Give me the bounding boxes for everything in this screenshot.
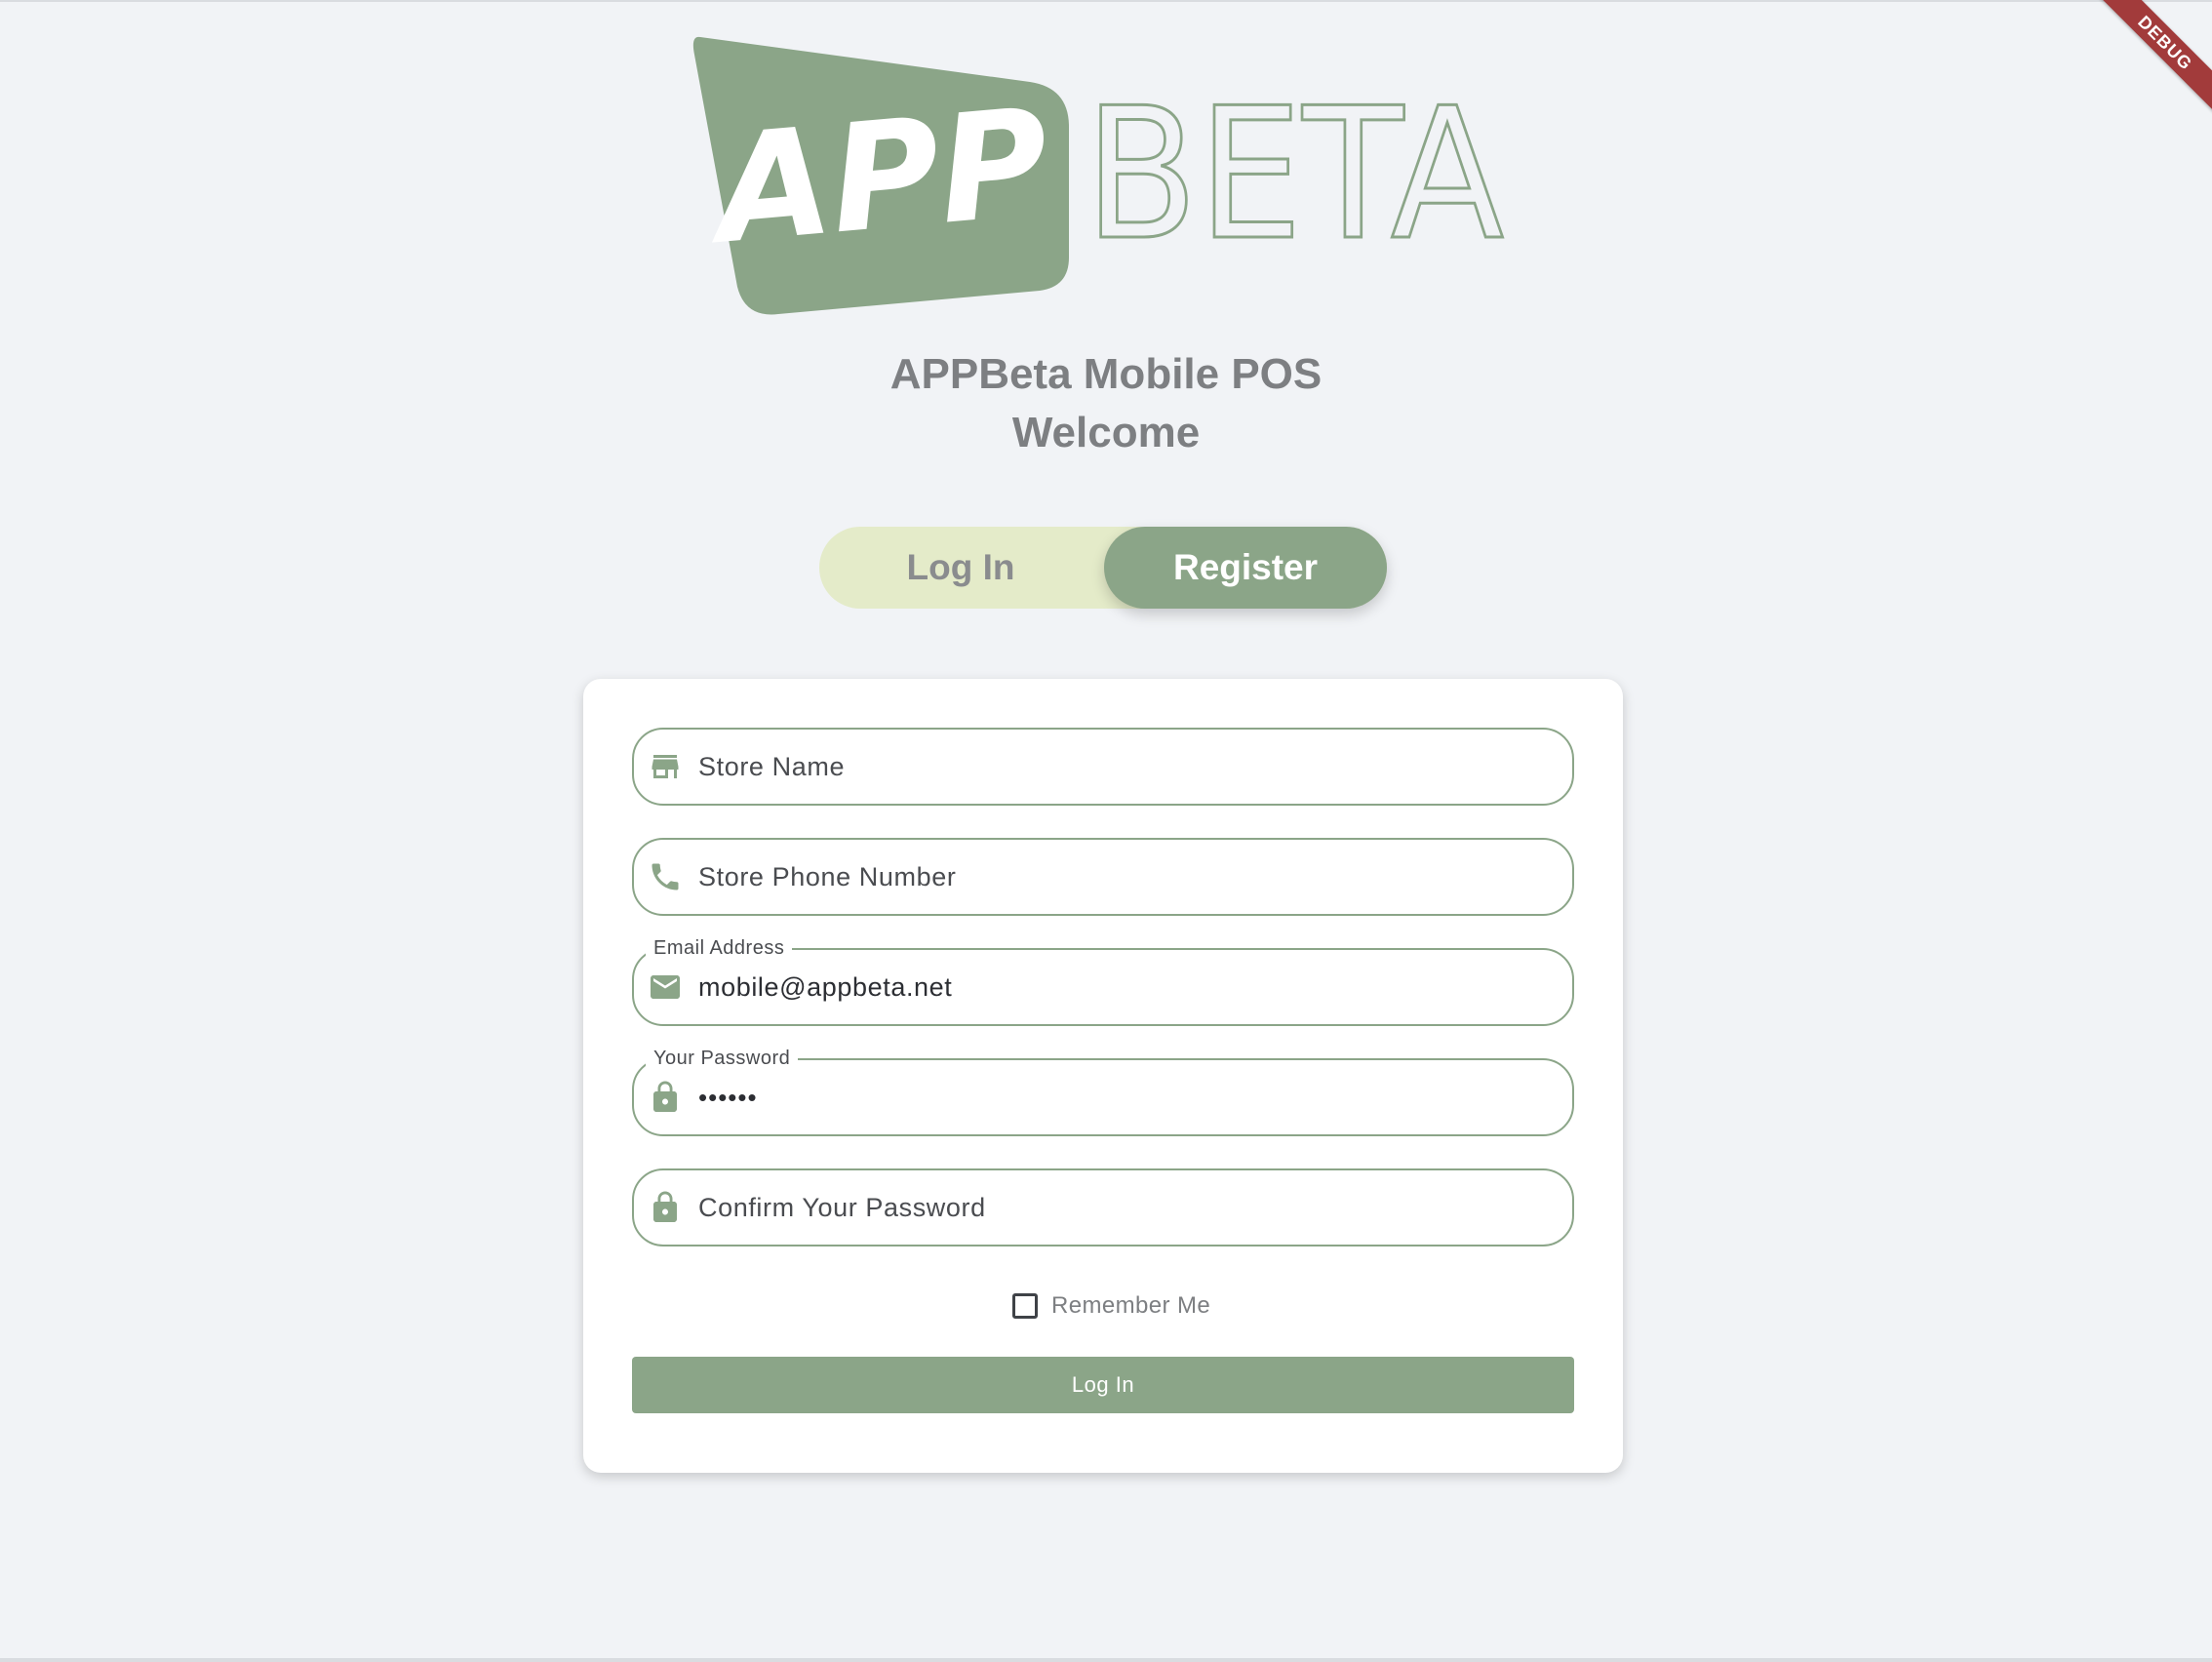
lock-icon [653, 1081, 677, 1112]
confirm-password-placeholder: Confirm Your Password [698, 1193, 986, 1222]
confirm-password-field[interactable]: Confirm Your Password [632, 1168, 1574, 1246]
phone-icon [652, 863, 679, 890]
log-in-button[interactable]: Log In [632, 1357, 1574, 1413]
logo-app-text: APP [699, 76, 1055, 278]
store-phone-placeholder: Store Phone Number [698, 862, 957, 891]
register-form-card: Store Name Store Phone Number Email Addr… [583, 679, 1623, 1473]
store-name-placeholder: Store Name [698, 752, 846, 781]
debug-banner: DEBUG [2086, 0, 2212, 122]
tab-log-in[interactable]: Log In [819, 527, 1102, 609]
password-value: •••••• [698, 1083, 758, 1112]
remember-me-label[interactable]: Remember Me [1051, 1292, 1210, 1320]
email-value: mobile@appbeta.net [698, 972, 953, 1002]
store-name-field[interactable]: Store Name [632, 728, 1574, 806]
tab-register[interactable]: Register [1104, 527, 1387, 609]
logo-beta-text: BETA [1085, 68, 1504, 280]
remember-me-checkbox[interactable] [1012, 1293, 1038, 1319]
app-logo: APP BETA [692, 36, 1506, 315]
window-top-border [0, 0, 2212, 2]
welcome-text: Welcome [1011, 409, 1201, 456]
email-icon [651, 975, 680, 999]
password-field[interactable]: Your Password •••••• [632, 1047, 1574, 1136]
store-icon [652, 755, 679, 778]
email-field[interactable]: Email Address mobile@appbeta.net [632, 936, 1574, 1026]
window-bottom-border [0, 1658, 2212, 1662]
app-title: APPBeta Mobile POS [889, 350, 1323, 398]
remember-me: Remember Me [1012, 1289, 1210, 1323]
store-phone-field[interactable]: Store Phone Number [632, 838, 1574, 916]
mode-toggle: Log In Register [819, 527, 1387, 609]
lock-icon [653, 1191, 677, 1222]
